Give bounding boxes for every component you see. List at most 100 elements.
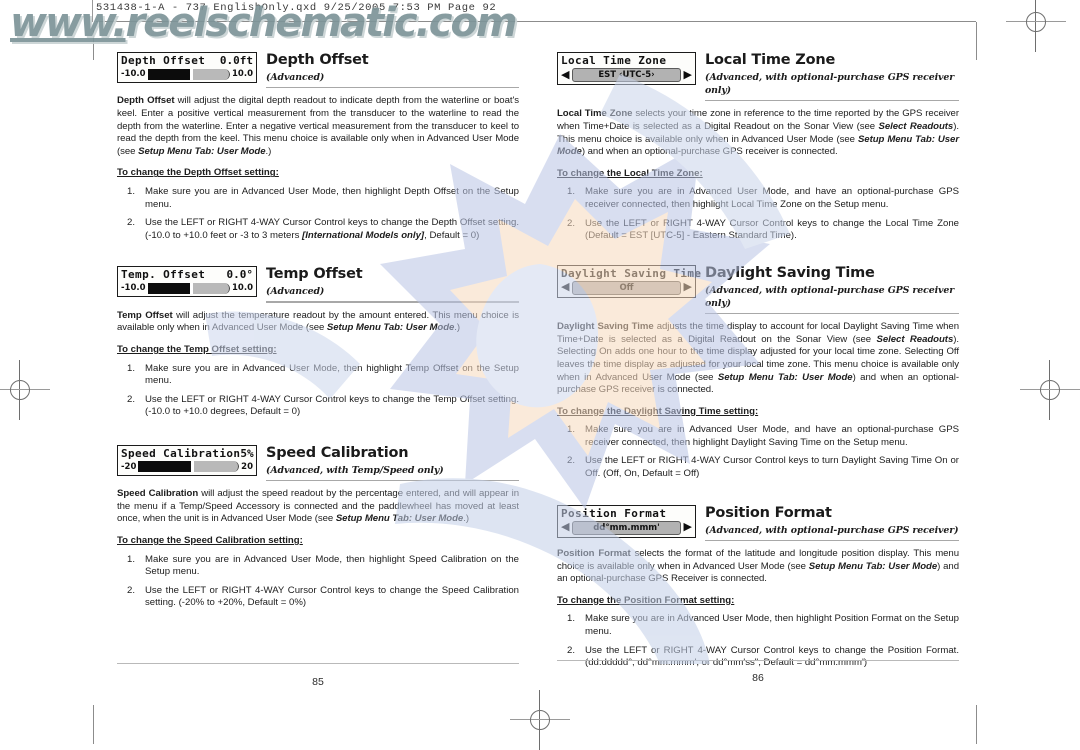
section-body: Daylight Saving Time adjusts the time di… [557,321,960,396]
section-subtitle: (Advanced, with Temp/Speed only) [266,464,444,476]
crop-mark-top-right [976,22,977,60]
lcd-selected-value: EST ‹UTC-5› [572,68,681,82]
list-item: 1. Make sure you are in Advanced User Mod… [127,553,519,578]
section-title: Local Time Zone [705,52,836,68]
lcd-min-label: -10.0 [121,69,146,79]
step-text: Make sure you are in Advanced User Mode,… [585,186,959,210]
list-item: 1. Make sure you are in Advanced User Mod… [127,185,519,210]
section-title: Temp Offset [266,266,363,283]
step-text: Make sure you are in Advanced User Mode,… [585,424,959,448]
manual-page-right: Local Time Zone ◀ EST ‹UTC-5› ▶ Local Ti… [557,52,959,672]
lcd-slider-row: -10.0 10.0 [120,282,254,294]
lcd-max-label: 20 [241,461,253,472]
registration-mark-top-right [1006,0,1066,52]
lcd-widget-local-time-zone: Local Time Zone ◀ EST ‹UTC-5› ▶ [557,52,696,85]
section-howto-heading: To change the Position Format setting: [557,594,735,606]
lcd-widget-speed-calibration: Speed Calibration 5% -20 20 [117,444,257,476]
lcd-slider-bar [147,68,231,80]
section-howto-heading: To change the Depth Offset setting: [117,167,279,179]
step-text: Make sure you are in Advanced User Mode,… [145,185,519,210]
lcd-label: Temp. Offset [121,268,206,282]
section-local-time-zone: Local Time Zone ◀ EST ‹UTC-5› ▶ Local Ti… [557,52,959,243]
lcd-value: 0.0° [226,268,254,282]
registration-mark-right [1020,360,1080,420]
section-header: Local Time Zone ◀ EST ‹UTC-5› ▶ Local Ti… [557,52,959,102]
section-body: Temp Offset will adjust the temperature … [117,309,519,334]
list-item: 2. Use the LEFT or RIGHT 4-WAY Cursor Con… [567,455,959,480]
lcd-widget-depth-offset: Depth Offset 0.0ft -10.0 10.0 [117,52,257,83]
lcd-select-row: ◀ dd°mm.mmm' ▶ [560,520,693,535]
section-body: Position Format selects the format of th… [557,548,959,585]
step-text: Use the LEFT or RIGHT 4-WAY Cursor Contr… [585,217,959,242]
section-rule [705,100,959,102]
section-steps: 1. Make sure you are in Advanced User Mod… [117,186,519,242]
footer-rule-left [117,663,519,664]
right-arrow-icon: ▶ [683,281,692,294]
section-subtitle: (Advanced) [266,286,325,298]
list-item: 2. Use the LEFT or RIGHT 4-WAY Cursor Con… [567,644,959,669]
section-daylight-saving-time: Daylight Saving Time ◀ Off ▶ Daylight Sa… [557,264,960,481]
section-steps: 1. Make sure you are in Advanced User Mod… [557,424,959,480]
step-text: Use the LEFT or RIGHT 4-WAY Cursor Contr… [585,455,959,480]
lcd-selected-value: dd°mm.mmm' [572,520,681,535]
section-howto-heading: To change the Speed Calibration setting: [117,535,303,547]
section-title: Position Format [705,504,832,521]
lcd-min-label: -20 [121,461,137,472]
list-item: 1. Make sure you are in Advanced User Mod… [127,362,519,387]
lcd-slider-row: -20 20 [120,461,254,473]
section-titles: Temp Offset (Advanced) [266,266,519,303]
section-header: Depth Offset 0.0ft -10.0 10.0 Depth Offs… [117,52,519,89]
section-titles: Daylight Saving Time (Advanced, with opt… [705,264,959,315]
section-rule [266,87,519,89]
section-steps: 1. Make sure you are in Advanced User Mod… [557,186,959,242]
section-depth-offset: Depth Offset 0.0ft -10.0 10.0 Depth Offs… [117,52,519,242]
watermark-url-text: www.reelschematic.com [10,0,518,46]
list-item: 2. Use the LEFT or RIGHT 4-WAY Cursor Con… [127,217,519,241]
section-howto-heading: To change the Daylight Saving Time setti… [557,405,759,417]
section-subtitle: (Advanced, with optional-purchase GPS re… [705,72,955,96]
lcd-widget-temp-offset: Temp. Offset 0.0° -10.0 10.0 [117,266,257,298]
section-steps: 1. Make sure you are in Advanced User Mod… [117,554,519,610]
lcd-max-label: 10.0 [232,69,253,79]
list-item: 2. Use the LEFT or RIGHT 4-WAY Cursor Con… [127,584,519,609]
lcd-title-row: Daylight Saving Time [560,267,701,281]
left-arrow-icon: ◀ [561,68,570,81]
section-steps: 1. Make sure you are in Advanced User Mod… [557,613,959,669]
section-titles: Position Format (Advanced, with optional… [705,504,959,542]
section-howto-heading: To change the Local Time Zone: [557,167,703,179]
step-text: Make sure you are in Advanced User Mode,… [585,613,959,638]
lcd-max-label: 10.0 [232,283,253,294]
section-rule [266,479,519,482]
list-item: 2. Use the LEFT or RIGHT 4-WAY Cursor Con… [567,217,959,242]
lcd-value: 5% [240,446,254,460]
lcd-title-row: Depth Offset 0.0ft [120,54,254,68]
lcd-widget-daylight-saving-time: Daylight Saving Time ◀ Off ▶ [557,264,701,298]
lcd-label: Position Format [561,506,667,520]
page-number-left: 85 [312,676,324,688]
right-arrow-icon: ▶ [683,521,692,534]
section-header: Temp. Offset 0.0° -10.0 10.0 Temp Offset… [117,266,519,303]
step-text: Make sure you are in Advanced User Mode,… [145,553,519,578]
lcd-title-row: Local Time Zone [560,54,693,68]
section-header: Daylight Saving Time ◀ Off ▶ Daylight Sa… [557,264,959,315]
crop-mark-bottom-left [93,705,94,744]
page-number-right: 86 [752,672,764,684]
registration-mark-bottom [510,690,570,750]
crop-mark-bottom-right [976,705,977,744]
list-item: 1. Make sure you are in Advanced User Mod… [567,613,959,638]
manual-page-left: Depth Offset 0.0ft -10.0 10.0 Depth Offs… [117,52,519,612]
section-temp-offset: Temp. Offset 0.0° -10.0 10.0 Temp Offset… [117,266,519,419]
lcd-label: Local Time Zone [561,54,667,67]
step-text: Use the LEFT or RIGHT 4-WAY Cursor Contr… [585,644,959,669]
lcd-select-row: ◀ Off ▶ [560,280,693,295]
section-subtitle: (Advanced, with optional-purchase GPS re… [705,284,955,309]
section-body: Depth Offset will adjust the digital dep… [117,95,519,157]
section-rule [705,312,959,315]
left-arrow-icon: ◀ [561,281,570,294]
step-text: Make sure you are in Advanced User Mode,… [145,362,519,387]
list-item: 2. Use the LEFT or RIGHT 4-WAY Cursor Con… [127,393,519,418]
lcd-title-row: Position Format [560,507,693,521]
footer-rule-right [557,660,959,661]
section-title: Daylight Saving Time [705,264,875,281]
section-header: Position Format ◀ dd°mm.mmm' ▶ Position … [557,504,959,542]
